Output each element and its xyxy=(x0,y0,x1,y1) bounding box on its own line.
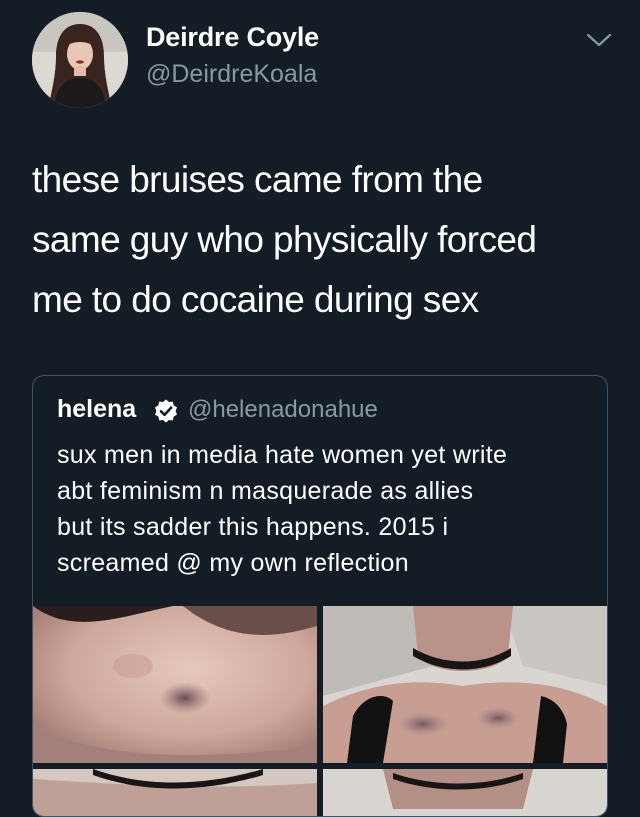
quoted-text-line: but its sadder this happens. 2015 i xyxy=(57,513,449,541)
avatar[interactable] xyxy=(32,12,128,108)
avatar-image xyxy=(32,12,128,108)
chevron-down-icon[interactable] xyxy=(584,28,614,52)
quoted-text-line: sux men in media hate women yet write xyxy=(57,441,508,469)
display-name[interactable]: Deirdre Coyle xyxy=(146,22,319,53)
tweet-text-line: me to do cocaine during sex xyxy=(32,279,479,320)
quoted-tweet-card[interactable]: helena @helenadonahue sux men in media h… xyxy=(32,375,608,817)
quoted-display-name[interactable]: helena xyxy=(57,395,136,424)
quoted-tweet-text: sux men in media hate women yet write ab… xyxy=(57,437,597,581)
tweet-text-line: these bruises came from the xyxy=(32,159,483,200)
tweet-text: these bruises came from the same guy who… xyxy=(32,150,612,330)
tweet-header: Deirdre Coyle @DeirdreKoala xyxy=(0,0,640,120)
tweet-text-line: same guy who physically forced xyxy=(32,219,537,260)
verified-badge-icon xyxy=(153,398,179,424)
photo-3[interactable] xyxy=(33,769,317,816)
quoted-text-line: abt feminism n masquerade as allies xyxy=(57,477,474,505)
user-handle[interactable]: @DeirdreKoala xyxy=(146,60,317,89)
quoted-text-line: screamed @ my own reflection xyxy=(57,549,409,577)
chin-bruise-photo[interactable] xyxy=(33,606,317,763)
collarbone-bruise-photo[interactable] xyxy=(323,606,607,763)
photo-4[interactable] xyxy=(323,769,607,816)
quoted-user-handle[interactable]: @helenadonahue xyxy=(188,396,378,424)
